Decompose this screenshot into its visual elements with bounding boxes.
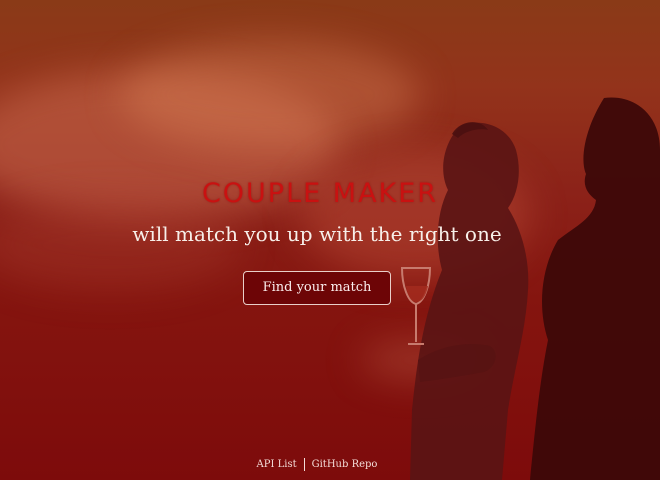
footer-divider [303,458,305,471]
app-tagline: will match you up with the right one [132,222,502,246]
github-repo-link[interactable]: GitHub Repo [312,459,378,470]
couple-silhouette-image [400,97,660,480]
footer-links: API List GitHub Repo [0,458,634,471]
find-match-button[interactable]: Find your match [243,271,391,305]
sky-glow [120,40,420,150]
api-list-link[interactable]: API List [257,459,297,470]
app-title: COUPLE MAKER [201,178,439,209]
